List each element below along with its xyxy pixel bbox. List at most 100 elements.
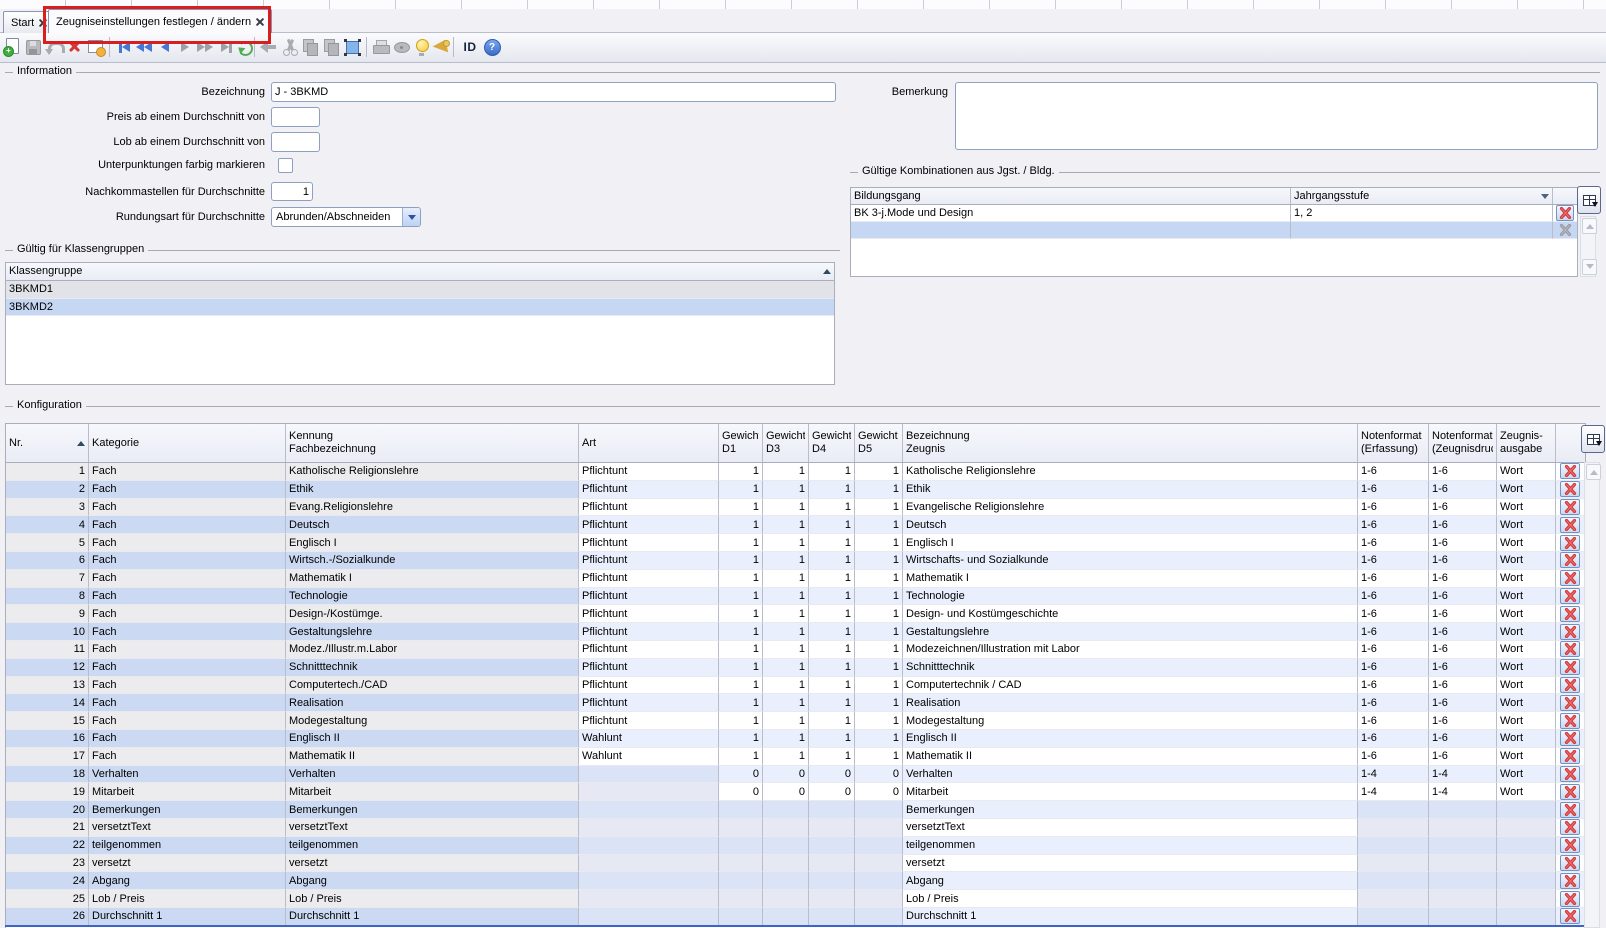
cell-nr[interactable]: 15 [6,712,89,730]
cell-gewicht-d3[interactable]: 1 [763,499,809,517]
cell-kategorie[interactable]: Verhalten [89,766,286,784]
konfig-row[interactable]: 24AbgangAbgangAbgang [6,872,1585,890]
cell-art[interactable]: Pflichtunt [579,641,719,659]
cell-gewicht-d1[interactable] [719,801,763,819]
tab-zeugniseinstellungen[interactable]: Zeugniseinstellungen festlegen / ändern [48,9,272,33]
cell-gewicht-d4[interactable]: 1 [809,499,855,517]
cell-gewicht-d3[interactable]: 1 [763,588,809,606]
delete-row-button[interactable] [1560,891,1580,907]
cell-gewicht-d4[interactable] [809,819,855,837]
cell-gewicht-d1[interactable]: 1 [719,694,763,712]
cell-kennung[interactable]: Abgang [286,872,579,890]
cell-notenformat-erfassung[interactable]: 1-6 [1358,748,1429,766]
cell-gewicht-d5[interactable]: 0 [855,783,903,801]
cell-gewicht-d1[interactable]: 1 [719,570,763,588]
cell-kennung[interactable]: Deutsch [286,516,579,534]
cell-zeugnisausgabe[interactable] [1497,801,1556,819]
column-header-notenformat-erfassung[interactable]: Notenformat(Erfassung) [1358,424,1429,462]
cell-art[interactable]: Pflichtunt [579,481,719,499]
cell-gewicht-d1[interactable] [719,908,763,926]
cell-gewicht-d5[interactable]: 1 [855,534,903,552]
cell-gewicht-d5[interactable] [855,908,903,926]
cell-kennung[interactable]: Bemerkungen [286,801,579,819]
edit-form-icon[interactable] [86,37,106,57]
konfig-row[interactable]: 2FachEthikPflichtunt1111Ethik1-61-6Wort [6,481,1585,499]
close-icon[interactable] [256,18,264,26]
cell-kennung[interactable]: Mathematik II [286,748,579,766]
cell-gewicht-d3[interactable]: 0 [763,766,809,784]
lob-input[interactable] [271,132,320,152]
cell-bezeichnung-zeugnis[interactable]: versetztText [903,819,1358,837]
cell-gewicht-d4[interactable]: 1 [809,516,855,534]
cell-kategorie[interactable]: Fach [89,730,286,748]
cell-zeugnisausgabe[interactable]: Wort [1497,623,1556,641]
cell-art[interactable]: Pflichtunt [579,659,719,677]
cell-nr[interactable]: 10 [6,623,89,641]
cell-gewicht-d3[interactable]: 1 [763,552,809,570]
cell-nr[interactable]: 21 [6,819,89,837]
refresh-icon[interactable] [234,37,254,57]
cell-nr[interactable]: 24 [6,872,89,890]
cell-nr[interactable]: 17 [6,748,89,766]
cell-kennung[interactable]: Realisation [286,694,579,712]
cell-gewicht-d4[interactable]: 1 [809,659,855,677]
preis-input[interactable] [271,107,320,127]
rundungsart-select[interactable]: Abrunden/Abschneiden [271,207,421,227]
bezeichnung-input[interactable] [271,82,836,102]
cell-gewicht-d5[interactable] [855,855,903,873]
cell-zeugnisausgabe[interactable]: Wort [1497,748,1556,766]
cell-gewicht-d1[interactable]: 1 [719,712,763,730]
cell-gewicht-d3[interactable]: 1 [763,641,809,659]
cell-gewicht-d5[interactable]: 1 [855,552,903,570]
cell-kategorie[interactable]: Lob / Preis [89,890,286,908]
cell-gewicht-d4[interactable]: 1 [809,552,855,570]
cell-notenformat-zeugnisdruck[interactable]: 1-6 [1429,659,1497,677]
undo-icon[interactable] [44,37,64,57]
cell-gewicht-d5[interactable]: 1 [855,641,903,659]
cell-notenformat-zeugnisdruck[interactable] [1429,872,1497,890]
cell-gewicht-d4[interactable] [809,801,855,819]
delete-row-button[interactable] [1560,819,1580,835]
cell-zeugnisausgabe[interactable]: Wort [1497,588,1556,606]
insert-row-button[interactable] [1581,425,1605,453]
cell-gewicht-d5[interactable]: 1 [855,712,903,730]
cell-nr[interactable]: 14 [6,694,89,712]
cell-gewicht-d1[interactable] [719,872,763,890]
cell-art[interactable]: Pflichtunt [579,623,719,641]
cell-bezeichnung-zeugnis[interactable]: Technologie [903,588,1358,606]
delete-row-button[interactable] [1560,766,1580,782]
cell-bezeichnung-zeugnis[interactable]: Durchschnitt 1 [903,908,1358,926]
cell-kennung[interactable]: Evang.Religionslehre [286,499,579,517]
column-header-gewicht-d3[interactable]: GewichtD3 [763,424,809,462]
cell-gewicht-d1[interactable]: 1 [719,499,763,517]
cell-gewicht-d3[interactable]: 1 [763,570,809,588]
cell-bezeichnung-zeugnis[interactable]: Mitarbeit [903,783,1358,801]
cell-gewicht-d1[interactable]: 1 [719,463,763,481]
cell-kennung[interactable]: Lob / Preis [286,890,579,908]
cell-gewicht-d4[interactable] [809,890,855,908]
cell-notenformat-erfassung[interactable]: 1-6 [1358,623,1429,641]
konfig-row[interactable]: 22teilgenommenteilgenommenteilgenommen [6,837,1585,855]
column-header-kennung[interactable]: KennungFachbezeichnung [286,424,579,462]
delete-row-button[interactable] [1560,784,1580,800]
delete-row-button[interactable] [1560,873,1580,889]
cell-kategorie[interactable]: Fach [89,481,286,499]
save-icon[interactable] [23,37,43,57]
column-header-gewicht-d1[interactable]: GewichtD1 [719,424,763,462]
cell-notenformat-erfassung[interactable] [1358,872,1429,890]
cell-gewicht-d5[interactable]: 1 [855,588,903,606]
cell-gewicht-d4[interactable] [809,908,855,926]
cell-notenformat-zeugnisdruck[interactable]: 1-6 [1429,463,1497,481]
cell-kennung[interactable]: Ethik [286,481,579,499]
cell-notenformat-erfassung[interactable] [1358,890,1429,908]
cell-gewicht-d1[interactable] [719,819,763,837]
cell-bildungsgang[interactable]: BK 3-j.Mode und Design [851,205,1291,222]
cell-gewicht-d5[interactable]: 1 [855,659,903,677]
cell-gewicht-d4[interactable]: 1 [809,677,855,695]
unterpunktungen-checkbox[interactable] [278,158,293,173]
cell-zeugnisausgabe[interactable] [1497,855,1556,873]
cell-art[interactable]: Wahlunt [579,730,719,748]
cell-notenformat-zeugnisdruck[interactable]: 1-6 [1429,641,1497,659]
konfig-row[interactable]: 7FachMathematik IPflichtunt1111Mathemati… [6,570,1585,588]
cell-nr[interactable]: 20 [6,801,89,819]
